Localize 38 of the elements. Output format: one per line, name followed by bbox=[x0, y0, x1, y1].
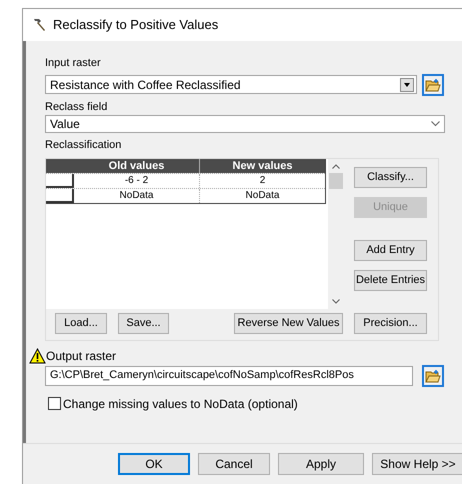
scroll-up-icon[interactable] bbox=[332, 164, 340, 168]
dialog-button[interactable]: Show Help >> bbox=[372, 453, 462, 475]
side-button[interactable]: Classify... bbox=[354, 166, 427, 188]
table-cell: 2 bbox=[199, 174, 325, 188]
browse-button[interactable] bbox=[422, 364, 444, 386]
column-header[interactable]: Old values bbox=[74, 158, 199, 172]
table-cell-text: NoData bbox=[118, 188, 154, 202]
dialog-button[interactable]: OK bbox=[118, 453, 190, 475]
folder-icon bbox=[425, 368, 441, 382]
field-label: Input raster bbox=[45, 56, 102, 71]
field-label: Output raster bbox=[46, 348, 116, 364]
row-header[interactable] bbox=[46, 174, 74, 188]
dialog-button[interactable]: Apply bbox=[278, 453, 364, 475]
side-button[interactable]: Delete Entries bbox=[354, 270, 427, 290]
input-raster-dropdown[interactable]: Resistance with Coffee Reclassified bbox=[45, 75, 417, 94]
hammer-icon bbox=[31, 17, 47, 33]
checkbox-label: Change missing values to NoData (optional) bbox=[63, 396, 298, 412]
table-cell-text: -6 - 2 bbox=[124, 174, 150, 188]
chevron-down-icon bbox=[431, 121, 440, 127]
action-button[interactable]: Precision... bbox=[354, 312, 427, 334]
row-header[interactable] bbox=[46, 188, 74, 202]
section-label: Reclassification bbox=[45, 138, 122, 153]
checkbox[interactable] bbox=[48, 397, 61, 410]
reclass-field-dropdown[interactable]: Value bbox=[45, 115, 445, 133]
action-button[interactable]: Load... bbox=[55, 312, 107, 334]
column-header[interactable]: New values bbox=[199, 158, 325, 172]
scroll-down-icon[interactable] bbox=[332, 298, 340, 304]
table-cell: NoData bbox=[199, 188, 325, 202]
folder-icon bbox=[425, 78, 441, 92]
output-raster-field[interactable]: G:\CP\Bret_Cameryn\circuitscape\cofNoSamp\cofResRcl8Pos bbox=[45, 366, 413, 386]
side-button[interactable]: Add Entry bbox=[354, 240, 427, 260]
action-button[interactable]: Save... bbox=[118, 312, 169, 334]
field-label: Reclass field bbox=[45, 100, 108, 114]
browse-button[interactable] bbox=[422, 74, 444, 96]
dialog-button[interactable]: Cancel bbox=[198, 453, 270, 475]
scroll-thumb[interactable] bbox=[329, 172, 343, 188]
action-button[interactable]: Reverse New Values bbox=[234, 312, 343, 334]
window-title: Reclassify to Positive Values bbox=[53, 16, 218, 34]
